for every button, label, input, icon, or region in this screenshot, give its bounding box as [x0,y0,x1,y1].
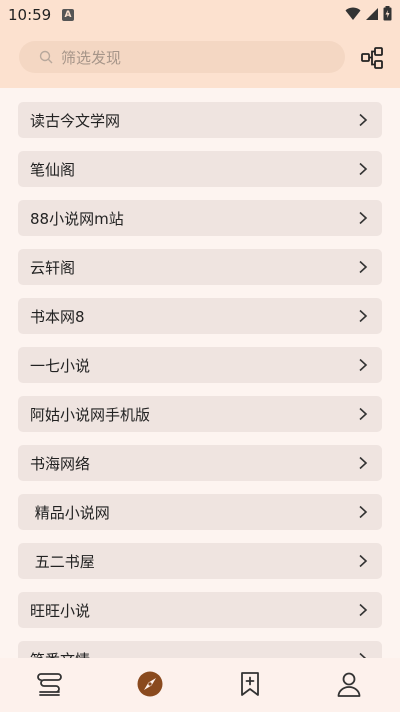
list-item-label: 云轩阁 [30,258,76,277]
list-item-label: 笔番文情 [30,649,90,659]
chevron-right-icon [359,162,368,176]
nav-profile[interactable] [335,670,363,698]
list-item-label: 读古今文学网 [30,111,121,130]
list-item[interactable]: 读古今文学网 [18,102,382,138]
chevron-right-icon [359,456,368,470]
chevron-right-icon [359,505,368,519]
list-item[interactable]: 云轩阁 [18,249,382,285]
chevron-right-icon [359,407,368,421]
list-item-label: 笔仙阁 [30,160,76,179]
group-filter-icon[interactable] [360,46,384,70]
bookshelf-icon [37,673,62,696]
bottom-nav [0,658,400,712]
list-item[interactable]: 88小说网m站 [18,200,382,236]
list-item-label: 阿姑小说网手机版 [30,405,151,424]
list-item-label: 五二书屋 [30,552,95,571]
chevron-right-icon [359,113,368,127]
chevron-right-icon [359,603,368,617]
notification-icon: A [62,9,74,21]
list-item[interactable]: 一七小说 [18,347,382,383]
list-item[interactable]: 笔仙阁 [18,151,382,187]
list-item-label: 88小说网m站 [30,209,124,228]
list-item-label: 书海网络 [30,454,91,473]
nav-bookmark[interactable] [236,670,264,698]
list-item[interactable]: 旺旺小说 [18,592,382,628]
chevron-right-icon [359,211,368,225]
chevron-right-icon [359,309,368,323]
top-bar: 筛选发现 [0,30,400,88]
nav-discover[interactable] [136,670,164,698]
list-item-label: 一七小说 [30,356,91,375]
status-icons [345,6,392,21]
list-item-label: 精品小说网 [30,503,110,522]
search-input[interactable]: 筛选发现 [19,41,345,73]
battery-icon [383,6,392,21]
source-list: 读古今文学网 笔仙阁 88小说网m站 云轩阁 书本网8 一七小说 阿姑小说网手机… [0,88,400,658]
chevron-right-icon [359,554,368,568]
list-item[interactable]: 阿姑小说网手机版 [18,396,382,432]
list-item[interactable]: 五二书屋 [18,543,382,579]
status-bar: 10:59 A [0,0,400,30]
list-item-label: 书本网8 [30,307,85,326]
search-placeholder: 筛选发现 [61,48,122,67]
bookmark-add-icon [241,672,259,696]
nav-bookshelf[interactable] [36,670,64,698]
list-item[interactable]: 书本网8 [18,298,382,334]
wifi-icon [345,7,361,20]
list-item[interactable]: 精品小说网 [18,494,382,530]
search-icon [39,50,53,64]
list-item[interactable]: 书海网络 [18,445,382,481]
person-icon [337,672,361,697]
chevron-right-icon [359,260,368,274]
list-item-label: 旺旺小说 [30,601,91,620]
chevron-right-icon [359,358,368,372]
status-time: 10:59 [8,6,52,24]
list-item[interactable]: 笔番文情 [18,641,382,658]
signal-icon [366,7,378,20]
compass-icon [137,671,163,697]
